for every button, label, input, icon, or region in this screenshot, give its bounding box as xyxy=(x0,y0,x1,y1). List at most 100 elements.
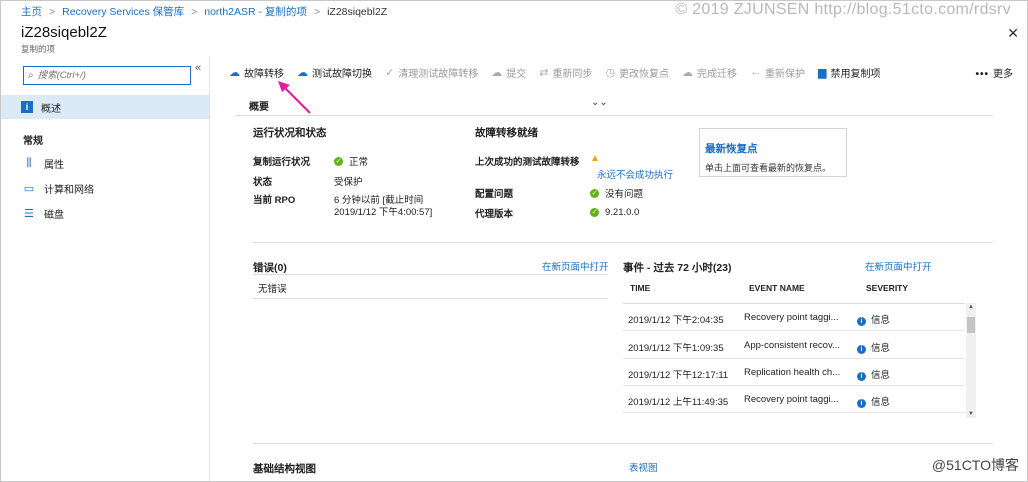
reprotect-button[interactable]: ← 重新保护 xyxy=(750,65,805,80)
breadcrumb-separator: > xyxy=(49,5,56,18)
nav-item-label: 概述 xyxy=(41,103,61,115)
resync-icon: ⇄ xyxy=(539,66,549,79)
failover-readiness-title: 故障转移就绪 xyxy=(475,127,538,139)
info-icon: i xyxy=(857,345,866,354)
change-recovery-point-button[interactable]: ◷ 更改恢复点 xyxy=(605,65,669,80)
event-name: Recovery point taggi... xyxy=(744,312,839,323)
command-bar: ☁ 故障转移 ☁ 测试故障切换 ✓ 清理测试故障转移 ☁ 提交 ⇄ 重新同步 ◷… xyxy=(229,63,894,81)
agent-version-text: 9.21.0.0 xyxy=(605,207,640,218)
toolbar-label: 重新同步 xyxy=(552,68,593,80)
health-section-title: 运行状况和状态 xyxy=(253,127,327,139)
event-time: 2019/1/12 下午12:17:11 xyxy=(628,370,729,381)
divider xyxy=(253,298,608,299)
site-watermark: @51CTO博客 xyxy=(931,457,1019,473)
search-box[interactable]: ⌕ xyxy=(23,66,191,85)
table-view-link[interactable]: 表视图 xyxy=(629,460,658,474)
chevron-down-icon[interactable]: ⌄⌄ xyxy=(591,97,608,108)
breadcrumb-replicated-items[interactable]: north2ASR - 复制的项 xyxy=(204,4,307,19)
nav-item-label: 属性 xyxy=(44,159,64,171)
scroll-thumb[interactable] xyxy=(967,317,975,333)
breadcrumb-separator: > xyxy=(191,5,198,18)
table-row[interactable]: 2019/1/12 下午1:09:35 App-consistent recov… xyxy=(623,332,965,359)
resync-button[interactable]: ⇄ 重新同步 xyxy=(539,65,592,80)
collapse-nav-icon[interactable]: « xyxy=(195,62,201,74)
rpo-key: 当前 RPO xyxy=(253,195,296,206)
scroll-down-icon[interactable]: ▼ xyxy=(966,411,976,417)
close-icon[interactable]: ✕ xyxy=(1007,25,1019,42)
divider xyxy=(253,443,993,444)
breadcrumb: 主页 > Recovery Services 保管库 > north2ASR -… xyxy=(21,4,387,19)
event-time: 2019/1/12 下午1:09:35 xyxy=(628,343,724,354)
ok-icon: ✓ xyxy=(590,208,599,217)
table-row[interactable]: 2019/1/12 下午12:17:11 Replication health … xyxy=(623,359,965,386)
replication-health-value: ✓ 正常 xyxy=(334,154,368,168)
severity-text: 信息 xyxy=(871,315,891,326)
divider xyxy=(253,242,993,243)
agent-version-value: ✓ 9.21.0.0 xyxy=(590,207,639,218)
event-name: App-consistent recov... xyxy=(744,340,840,351)
nav-item-properties[interactable]: ⫼ 属性 xyxy=(23,154,64,172)
disable-replication-button[interactable]: ▆ 禁用复制项 xyxy=(818,65,880,80)
event-severity: i 信息 xyxy=(857,340,890,354)
scroll-up-icon[interactable]: ▲ xyxy=(966,304,976,310)
column-header-time: TIME xyxy=(630,283,651,293)
infra-view-title: 基础结构视图 xyxy=(253,463,316,475)
errors-empty-text: 无错误 xyxy=(258,284,287,295)
column-header-severity: SEVERITY xyxy=(866,283,909,293)
config-issues-value: ✓ 没有问题 xyxy=(590,186,643,200)
events-open-link[interactable]: 在新页面中打开 xyxy=(865,259,932,273)
page-title: iZ28siqebl2Z xyxy=(21,24,107,41)
toolbar-label: 完成迁移 xyxy=(697,68,738,80)
status-key: 状态 xyxy=(253,177,273,188)
commit-icon: ☁ xyxy=(491,66,503,79)
event-time: 2019/1/12 上午11:49:35 xyxy=(628,397,729,408)
breadcrumb-vault[interactable]: Recovery Services 保管库 xyxy=(62,4,184,19)
events-scrollbar[interactable]: ▲ ▼ xyxy=(966,303,976,418)
errors-title: 错误(0) xyxy=(253,262,287,274)
event-name: Recovery point taggi... xyxy=(744,394,839,405)
latest-recovery-point-card[interactable]: 最新恢复点 单击上面可查看最新的恢复点。 xyxy=(699,128,847,177)
table-row[interactable]: 2019/1/12 下午2:04:35 Recovery point taggi… xyxy=(623,304,965,331)
breadcrumb-separator: > xyxy=(313,5,321,18)
health-value-text: 正常 xyxy=(349,157,369,168)
clock-icon: ◷ xyxy=(605,66,616,79)
event-name: Replication health ch... xyxy=(744,367,841,378)
more-icon: ••• xyxy=(975,69,989,80)
info-icon: i xyxy=(857,372,866,381)
nav-item-compute-network[interactable]: ▭ 计算和网络 xyxy=(23,179,94,197)
toolbar-label: 测试故障切换 xyxy=(312,68,372,80)
event-severity: i 信息 xyxy=(857,367,890,381)
table-row[interactable]: 2019/1/12 上午11:49:35 Recovery point tagg… xyxy=(623,386,965,413)
nav-item-disks[interactable]: ☰ 磁盘 xyxy=(23,204,64,222)
failover-button[interactable]: ☁ 故障转移 xyxy=(229,65,284,80)
event-severity: i 信息 xyxy=(857,394,890,408)
warning-icon: ▲ xyxy=(590,153,600,164)
severity-text: 信息 xyxy=(871,343,891,354)
info-icon: i xyxy=(857,317,866,326)
trash-icon: ▆ xyxy=(818,66,827,79)
search-input[interactable] xyxy=(37,70,178,81)
essentials-label: 概要 xyxy=(249,102,269,113)
nav-item-label: 计算和网络 xyxy=(44,184,94,196)
errors-open-link[interactable]: 在新页面中打开 xyxy=(542,259,609,273)
ok-icon: ✓ xyxy=(334,156,343,166)
latest-recovery-point-title[interactable]: 最新恢复点 xyxy=(705,141,846,156)
breadcrumb-home[interactable]: 主页 xyxy=(21,4,42,19)
severity-text: 信息 xyxy=(871,370,891,381)
cloud-icon: ☁ xyxy=(682,66,694,79)
complete-migration-button[interactable]: ☁ 完成迁移 xyxy=(682,65,737,80)
last-test-failover-link[interactable]: 永远不会成功执行 xyxy=(597,167,673,181)
search-icon: ⌕ xyxy=(28,70,34,81)
test-failover-icon: ☁ xyxy=(297,66,308,79)
event-time: 2019/1/12 下午2:04:35 xyxy=(628,315,724,326)
nav-item-overview[interactable]: i 概述 xyxy=(1,95,209,119)
portal-window: 主页 > Recovery Services 保管库 > north2ASR -… xyxy=(0,0,1028,482)
commit-button[interactable]: ☁ 提交 xyxy=(491,65,526,80)
status-value: 受保护 xyxy=(334,177,363,188)
breadcrumb-current: iZ28siqebl2Z xyxy=(327,5,388,18)
events-title: 事件 - 过去 72 小时(23) xyxy=(623,262,732,274)
copyright-watermark: © 2019 ZJUNSEN http://blog.51cto.com/rds… xyxy=(675,1,1011,18)
cleanup-test-failover-button[interactable]: ✓ 清理测试故障转移 xyxy=(385,65,478,80)
test-failover-button[interactable]: ☁ 测试故障切换 xyxy=(297,65,372,80)
more-button[interactable]: ••• 更多 xyxy=(975,65,1013,80)
